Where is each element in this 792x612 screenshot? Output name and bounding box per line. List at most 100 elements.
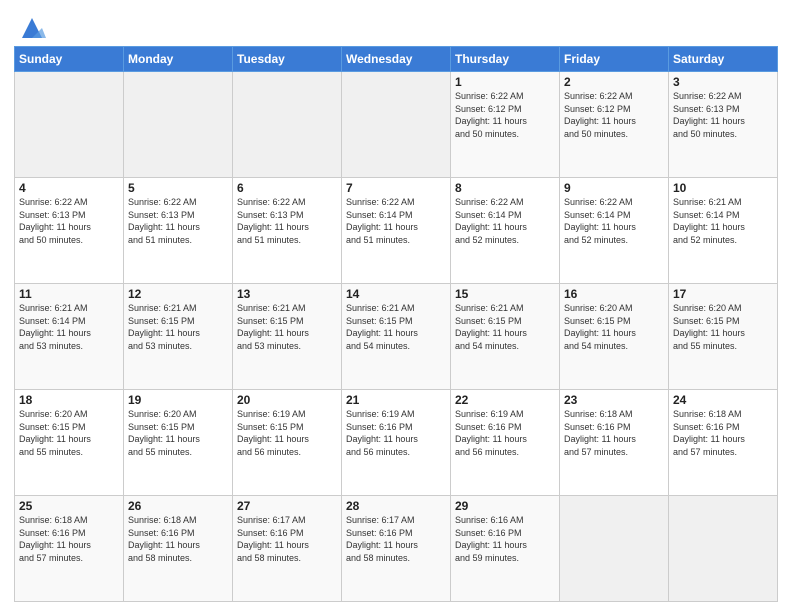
- day-number: 3: [673, 75, 773, 89]
- day-number: 29: [455, 499, 555, 513]
- day-number: 9: [564, 181, 664, 195]
- calendar-cell: 13Sunrise: 6:21 AMSunset: 6:15 PMDayligh…: [233, 284, 342, 390]
- calendar-cell: [560, 496, 669, 602]
- calendar-cell: 6Sunrise: 6:22 AMSunset: 6:13 PMDaylight…: [233, 178, 342, 284]
- calendar-cell: 25Sunrise: 6:18 AMSunset: 6:16 PMDayligh…: [15, 496, 124, 602]
- calendar-cell: 3Sunrise: 6:22 AMSunset: 6:13 PMDaylight…: [669, 72, 778, 178]
- day-of-week-header: Monday: [124, 47, 233, 72]
- calendar-cell: 22Sunrise: 6:19 AMSunset: 6:16 PMDayligh…: [451, 390, 560, 496]
- day-number: 19: [128, 393, 228, 407]
- day-number: 22: [455, 393, 555, 407]
- calendar-header: SundayMondayTuesdayWednesdayThursdayFrid…: [15, 47, 778, 72]
- calendar-week-row: 4Sunrise: 6:22 AMSunset: 6:13 PMDaylight…: [15, 178, 778, 284]
- day-number: 26: [128, 499, 228, 513]
- day-number: 7: [346, 181, 446, 195]
- calendar-cell: [15, 72, 124, 178]
- calendar-cell: 1Sunrise: 6:22 AMSunset: 6:12 PMDaylight…: [451, 72, 560, 178]
- calendar-cell: 17Sunrise: 6:20 AMSunset: 6:15 PMDayligh…: [669, 284, 778, 390]
- calendar-cell: 8Sunrise: 6:22 AMSunset: 6:14 PMDaylight…: [451, 178, 560, 284]
- calendar-cell: 28Sunrise: 6:17 AMSunset: 6:16 PMDayligh…: [342, 496, 451, 602]
- day-info: Sunrise: 6:21 AMSunset: 6:14 PMDaylight:…: [19, 302, 119, 352]
- day-number: 4: [19, 181, 119, 195]
- calendar-week-row: 1Sunrise: 6:22 AMSunset: 6:12 PMDaylight…: [15, 72, 778, 178]
- day-info: Sunrise: 6:20 AMSunset: 6:15 PMDaylight:…: [19, 408, 119, 458]
- day-info: Sunrise: 6:21 AMSunset: 6:14 PMDaylight:…: [673, 196, 773, 246]
- day-info: Sunrise: 6:22 AMSunset: 6:14 PMDaylight:…: [564, 196, 664, 246]
- day-info: Sunrise: 6:18 AMSunset: 6:16 PMDaylight:…: [19, 514, 119, 564]
- calendar-week-row: 25Sunrise: 6:18 AMSunset: 6:16 PMDayligh…: [15, 496, 778, 602]
- day-info: Sunrise: 6:17 AMSunset: 6:16 PMDaylight:…: [237, 514, 337, 564]
- calendar-cell: 16Sunrise: 6:20 AMSunset: 6:15 PMDayligh…: [560, 284, 669, 390]
- day-info: Sunrise: 6:22 AMSunset: 6:13 PMDaylight:…: [237, 196, 337, 246]
- day-info: Sunrise: 6:22 AMSunset: 6:14 PMDaylight:…: [455, 196, 555, 246]
- calendar-cell: [342, 72, 451, 178]
- calendar-cell: [669, 496, 778, 602]
- calendar-cell: 9Sunrise: 6:22 AMSunset: 6:14 PMDaylight…: [560, 178, 669, 284]
- day-info: Sunrise: 6:18 AMSunset: 6:16 PMDaylight:…: [673, 408, 773, 458]
- calendar-week-row: 11Sunrise: 6:21 AMSunset: 6:14 PMDayligh…: [15, 284, 778, 390]
- calendar-cell: 23Sunrise: 6:18 AMSunset: 6:16 PMDayligh…: [560, 390, 669, 496]
- calendar-cell: 27Sunrise: 6:17 AMSunset: 6:16 PMDayligh…: [233, 496, 342, 602]
- logo: [14, 14, 46, 42]
- calendar-cell: 29Sunrise: 6:16 AMSunset: 6:16 PMDayligh…: [451, 496, 560, 602]
- calendar-cell: 21Sunrise: 6:19 AMSunset: 6:16 PMDayligh…: [342, 390, 451, 496]
- day-number: 17: [673, 287, 773, 301]
- calendar-cell: [233, 72, 342, 178]
- day-info: Sunrise: 6:22 AMSunset: 6:14 PMDaylight:…: [346, 196, 446, 246]
- calendar-cell: 14Sunrise: 6:21 AMSunset: 6:15 PMDayligh…: [342, 284, 451, 390]
- calendar-cell: [124, 72, 233, 178]
- calendar-cell: 26Sunrise: 6:18 AMSunset: 6:16 PMDayligh…: [124, 496, 233, 602]
- day-info: Sunrise: 6:16 AMSunset: 6:16 PMDaylight:…: [455, 514, 555, 564]
- day-number: 1: [455, 75, 555, 89]
- calendar-cell: 12Sunrise: 6:21 AMSunset: 6:15 PMDayligh…: [124, 284, 233, 390]
- day-of-week-header: Thursday: [451, 47, 560, 72]
- calendar-cell: 10Sunrise: 6:21 AMSunset: 6:14 PMDayligh…: [669, 178, 778, 284]
- day-info: Sunrise: 6:22 AMSunset: 6:13 PMDaylight:…: [19, 196, 119, 246]
- day-number: 12: [128, 287, 228, 301]
- day-of-week-header: Saturday: [669, 47, 778, 72]
- day-info: Sunrise: 6:21 AMSunset: 6:15 PMDaylight:…: [128, 302, 228, 352]
- calendar-cell: 11Sunrise: 6:21 AMSunset: 6:14 PMDayligh…: [15, 284, 124, 390]
- calendar-week-row: 18Sunrise: 6:20 AMSunset: 6:15 PMDayligh…: [15, 390, 778, 496]
- day-number: 5: [128, 181, 228, 195]
- day-number: 2: [564, 75, 664, 89]
- day-info: Sunrise: 6:20 AMSunset: 6:15 PMDaylight:…: [673, 302, 773, 352]
- day-number: 21: [346, 393, 446, 407]
- day-number: 28: [346, 499, 446, 513]
- day-number: 27: [237, 499, 337, 513]
- day-info: Sunrise: 6:19 AMSunset: 6:15 PMDaylight:…: [237, 408, 337, 458]
- calendar-cell: 7Sunrise: 6:22 AMSunset: 6:14 PMDaylight…: [342, 178, 451, 284]
- day-info: Sunrise: 6:21 AMSunset: 6:15 PMDaylight:…: [455, 302, 555, 352]
- day-info: Sunrise: 6:20 AMSunset: 6:15 PMDaylight:…: [564, 302, 664, 352]
- day-info: Sunrise: 6:21 AMSunset: 6:15 PMDaylight:…: [237, 302, 337, 352]
- day-info: Sunrise: 6:22 AMSunset: 6:12 PMDaylight:…: [564, 90, 664, 140]
- calendar-cell: 20Sunrise: 6:19 AMSunset: 6:15 PMDayligh…: [233, 390, 342, 496]
- day-info: Sunrise: 6:21 AMSunset: 6:15 PMDaylight:…: [346, 302, 446, 352]
- day-number: 18: [19, 393, 119, 407]
- day-of-week-header: Friday: [560, 47, 669, 72]
- day-number: 11: [19, 287, 119, 301]
- calendar-cell: 24Sunrise: 6:18 AMSunset: 6:16 PMDayligh…: [669, 390, 778, 496]
- calendar-cell: 2Sunrise: 6:22 AMSunset: 6:12 PMDaylight…: [560, 72, 669, 178]
- day-info: Sunrise: 6:22 AMSunset: 6:12 PMDaylight:…: [455, 90, 555, 140]
- day-info: Sunrise: 6:22 AMSunset: 6:13 PMDaylight:…: [128, 196, 228, 246]
- logo-icon: [18, 14, 46, 42]
- header: [14, 10, 778, 42]
- day-number: 20: [237, 393, 337, 407]
- calendar-cell: 18Sunrise: 6:20 AMSunset: 6:15 PMDayligh…: [15, 390, 124, 496]
- day-number: 15: [455, 287, 555, 301]
- day-number: 13: [237, 287, 337, 301]
- day-number: 24: [673, 393, 773, 407]
- day-info: Sunrise: 6:19 AMSunset: 6:16 PMDaylight:…: [455, 408, 555, 458]
- calendar-cell: 5Sunrise: 6:22 AMSunset: 6:13 PMDaylight…: [124, 178, 233, 284]
- day-number: 16: [564, 287, 664, 301]
- calendar-body: 1Sunrise: 6:22 AMSunset: 6:12 PMDaylight…: [15, 72, 778, 602]
- day-number: 25: [19, 499, 119, 513]
- page: SundayMondayTuesdayWednesdayThursdayFrid…: [0, 0, 792, 612]
- day-info: Sunrise: 6:22 AMSunset: 6:13 PMDaylight:…: [673, 90, 773, 140]
- calendar: SundayMondayTuesdayWednesdayThursdayFrid…: [14, 46, 778, 602]
- day-info: Sunrise: 6:18 AMSunset: 6:16 PMDaylight:…: [128, 514, 228, 564]
- day-of-week-header: Sunday: [15, 47, 124, 72]
- calendar-cell: 4Sunrise: 6:22 AMSunset: 6:13 PMDaylight…: [15, 178, 124, 284]
- calendar-cell: 19Sunrise: 6:20 AMSunset: 6:15 PMDayligh…: [124, 390, 233, 496]
